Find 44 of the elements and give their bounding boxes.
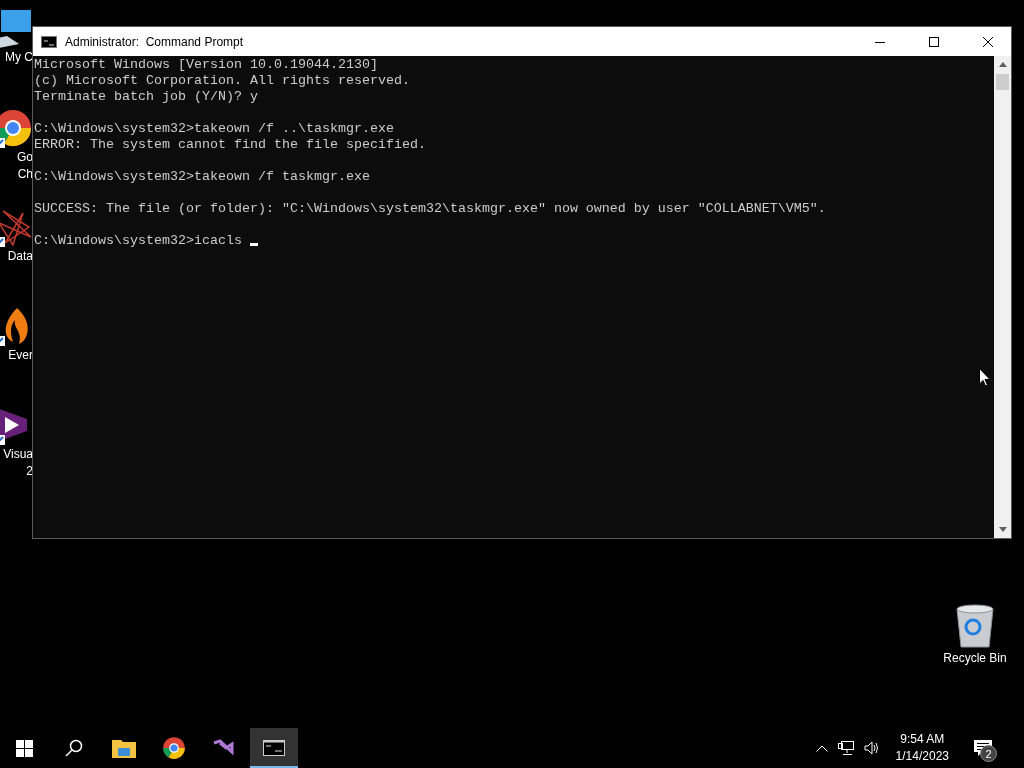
shortcut-label: Visua xyxy=(3,447,33,462)
console-line: C:\Windows\system32>takeown /f ..\taskmgr.exe xyxy=(34,121,395,137)
scrollbar[interactable] xyxy=(994,56,1011,538)
shortcut-label: Go xyxy=(17,150,33,165)
desktop-shortcut[interactable]: My C xyxy=(0,10,33,65)
shortcut-label: My C xyxy=(5,50,33,65)
notifications-button[interactable]: 2 xyxy=(963,728,1003,768)
console-line: C:\Windows\system32>takeown /f taskmgr.exe xyxy=(34,169,371,185)
close-icon xyxy=(983,36,993,47)
desktop-shortcut[interactable]: Go Ch xyxy=(0,108,33,182)
console-line: Microsoft Windows [Version 10.0.19044.2130] xyxy=(34,57,379,73)
triangle-up-icon xyxy=(998,62,1007,67)
network-graph-icon xyxy=(0,207,33,247)
window-title: Administrator: Command Prompt xyxy=(65,34,245,49)
console-icon xyxy=(263,740,285,756)
triangle-down-icon xyxy=(998,527,1007,532)
clock[interactable]: 9:54 AM 1/14/2023 xyxy=(887,731,957,765)
shortcut-label: Recycle Bin xyxy=(943,651,1007,666)
console-line: SUCCESS: The file (or folder): "C:\Windows\system32\taskmgr.exe" now owned by user "COLLABNET\VM5". xyxy=(34,201,827,217)
maximize-icon xyxy=(929,36,939,47)
mouse-pointer-icon xyxy=(979,368,991,387)
shortcut-label: Ever xyxy=(8,348,33,363)
desktop-shortcut[interactable]: Visua 2 xyxy=(0,405,33,479)
desktop-shortcut[interactable]: Recycle Bin xyxy=(938,603,1012,666)
browser-icon xyxy=(162,736,186,760)
shortcut-label: 2 xyxy=(26,464,33,479)
console-line: ERROR: The system cannot find the file specified. xyxy=(34,137,427,153)
console-icon xyxy=(41,35,57,48)
computer-icon xyxy=(0,10,33,48)
search-icon xyxy=(65,739,83,757)
console-prompt: C:\Windows\system32>icacls xyxy=(34,233,243,248)
console-line: Terminate batch job (Y/N)? y xyxy=(34,89,259,105)
console-line: (c) Microsoft Corporation. All rights reserved. xyxy=(34,73,411,89)
folder-icon xyxy=(112,738,136,758)
taskbar-button[interactable] xyxy=(250,728,298,768)
recycle-bin-icon xyxy=(953,603,997,649)
shortcut-label: Ch xyxy=(17,167,33,182)
desktop-shortcut[interactable]: Data xyxy=(0,207,33,264)
notification-count: 2 xyxy=(980,745,997,762)
scroll-thumb[interactable] xyxy=(996,74,1009,90)
shortcut-label: Data xyxy=(7,249,33,264)
windows-logo-icon xyxy=(15,739,33,757)
desktop-shortcut[interactable]: Ever xyxy=(0,306,33,363)
browser-icon xyxy=(0,108,33,148)
